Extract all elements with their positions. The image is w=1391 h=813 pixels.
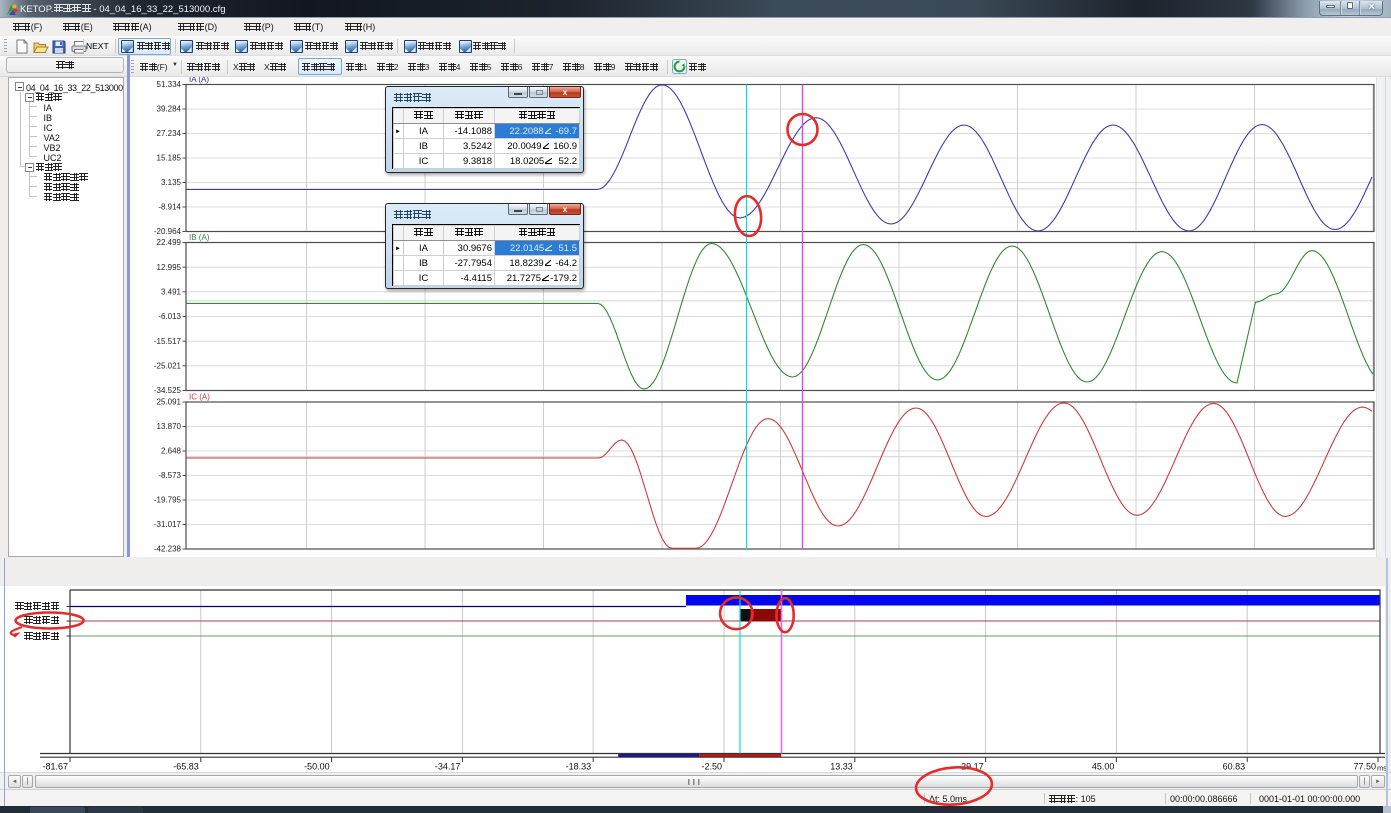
svg-text:39.284: 39.284 (157, 105, 182, 114)
svg-text:-18.33: -18.33 (566, 762, 592, 772)
svg-text:60.83: 60.83 (1223, 762, 1246, 772)
svg-text:15.185: 15.185 (157, 154, 182, 163)
svg-text:13.870: 13.870 (157, 422, 182, 431)
svg-text:51.334: 51.334 (157, 80, 182, 89)
svg-text:3.135: 3.135 (161, 178, 182, 187)
svg-text:-31.017: -31.017 (154, 520, 182, 529)
svg-text:3.491: 3.491 (161, 287, 182, 296)
svg-text:-50.00: -50.00 (304, 762, 330, 772)
svg-text:IB (A): IB (A) (189, 233, 210, 242)
svg-text:-19.795: -19.795 (154, 496, 182, 505)
svg-text:22.499: 22.499 (157, 238, 182, 247)
svg-text:-20.964: -20.964 (154, 227, 182, 236)
svg-text:-65.83: -65.83 (173, 762, 199, 772)
svg-text:2.648: 2.648 (161, 447, 182, 456)
svg-text:27.234: 27.234 (157, 129, 182, 138)
svg-text:-8.573: -8.573 (158, 471, 181, 480)
svg-text:-81.67: -81.67 (42, 762, 68, 772)
svg-text:12.995: 12.995 (157, 263, 182, 272)
svg-text:-34.17: -34.17 (435, 762, 461, 772)
svg-text:29.17: 29.17 (961, 762, 984, 772)
svg-text:-34.525: -34.525 (154, 386, 182, 395)
svg-text:-15.517: -15.517 (154, 337, 182, 346)
svg-text:45.00: 45.00 (1092, 762, 1115, 772)
svg-text:IC (A): IC (A) (189, 393, 210, 402)
svg-text:25.091: 25.091 (157, 398, 182, 407)
svg-text:IA (A): IA (A) (189, 77, 209, 84)
svg-text:-8.914: -8.914 (158, 203, 181, 212)
svg-text:77.50: 77.50 (1353, 762, 1376, 772)
svg-text:13.33: 13.33 (830, 762, 853, 772)
svg-text:-6.013: -6.013 (158, 312, 181, 321)
svg-text:-25.021: -25.021 (154, 361, 182, 370)
svg-text:-2.50: -2.50 (701, 762, 722, 772)
svg-text:-42.238: -42.238 (154, 545, 182, 554)
